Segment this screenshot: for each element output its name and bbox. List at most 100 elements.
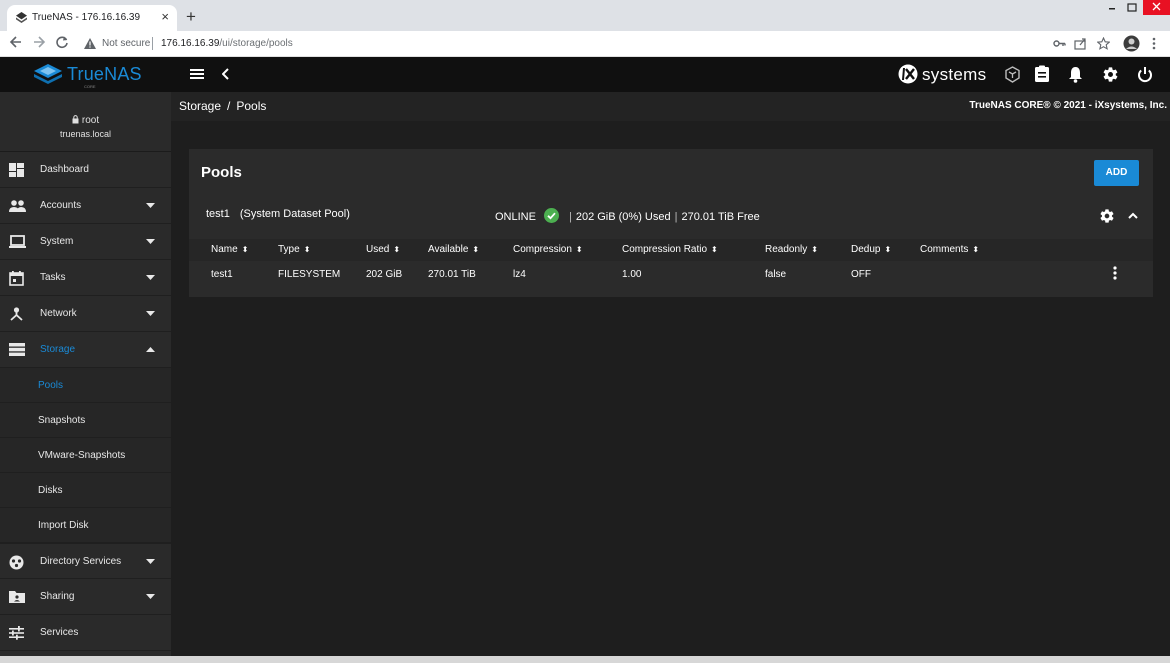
column-header-used[interactable]: Used ⬍ [366, 244, 400, 255]
sharing-folder-icon [9, 590, 25, 603]
collapse-sidebar-icon[interactable] [222, 68, 230, 80]
pool-settings-gear-icon[interactable] [1099, 208, 1115, 224]
column-header-type[interactable]: Type ⬍ [278, 244, 310, 255]
sidebar-item-dashboard[interactable]: Dashboard [0, 152, 171, 188]
chevron-down-icon [146, 203, 155, 208]
truenas-favicon-icon [16, 12, 27, 23]
url-host: 176.16.16.39 [161, 38, 220, 49]
back-arrow-icon[interactable] [9, 35, 23, 49]
sidebar-item-storage[interactable]: Storage [0, 332, 171, 368]
chevron-down-icon [146, 594, 155, 599]
sidebar-item-label: Network [40, 308, 77, 319]
sidebar-subitem-import-disk[interactable]: Import Disk [0, 508, 171, 543]
ixsystems-logo[interactable]: systems [896, 64, 986, 84]
sort-icon: ⬍ [575, 245, 583, 254]
column-header-comments[interactable]: Comments ⬍ [920, 244, 979, 255]
profile-avatar-icon[interactable] [1123, 35, 1140, 52]
sidebar-item-label: Tasks [40, 272, 66, 283]
sidebar-item-label: System [40, 236, 74, 247]
network-icon [9, 307, 24, 321]
sort-icon: ⬍ [472, 245, 480, 254]
pool-status: ONLINE | 202 GiB (0%) Used | 270.01 TiB Free [495, 208, 760, 223]
sidebar-subitem-vmware-snapshots[interactable]: VMware-Snapshots [0, 438, 171, 473]
hamburger-menu-icon[interactable] [190, 68, 204, 80]
sidebar-item-label: Accounts [40, 200, 82, 211]
sidebar-subitem-disks[interactable]: Disks [0, 473, 171, 508]
close-tab-icon[interactable]: × [161, 10, 169, 24]
maximize-icon[interactable] [1125, 2, 1139, 14]
sidebar-subitem-snapshots[interactable]: Snapshots [0, 403, 171, 438]
column-header-readonly[interactable]: Readonly ⬍ [765, 244, 818, 255]
url-text[interactable]: 176.16.16.39/ui/storage/pools [161, 38, 293, 49]
pools-card: Pools ADD test1 (System Dataset Pool) ONL… [189, 149, 1153, 297]
column-header-label: Comments [920, 244, 969, 255]
sidebar-item-label: Sharing [40, 591, 75, 602]
table-row[interactable]: test1 FILESYSTEM 202 GiB 270.01 TiB lz4 … [189, 262, 1153, 290]
sort-icon: ⬍ [303, 245, 311, 254]
truecommand-icon[interactable] [1004, 66, 1021, 83]
tab-title: TrueNAS - 176.16.16.39 [32, 12, 141, 23]
breadcrumb-storage[interactable]: Storage [179, 99, 221, 113]
reload-icon[interactable] [55, 35, 69, 49]
warning-icon[interactable] [84, 38, 96, 49]
address-divider [152, 37, 153, 50]
pool-used-summary: 202 GiB (0%) Used [575, 211, 671, 223]
column-header-dedup[interactable]: Dedup ⬍ [851, 244, 891, 255]
pool-table-header: Name ⬍ Type ⬍ Used ⬍ Available ⬍ Compression… [189, 239, 1153, 261]
browser-menu-icon[interactable] [1152, 37, 1156, 50]
collapse-pool-chevron-up-icon[interactable] [1128, 212, 1138, 219]
column-header-available[interactable]: Available ⬍ [428, 244, 479, 255]
hostname: truenas.local [59, 129, 112, 139]
sort-icon: ⬍ [393, 245, 401, 254]
power-icon[interactable] [1137, 66, 1153, 83]
forward-arrow-icon[interactable] [32, 35, 46, 49]
window-bottom-border [0, 656, 1170, 663]
storage-icon [9, 343, 25, 356]
address-bar[interactable]: Not secure 176.16.16.39/ui/storage/pools [80, 34, 1120, 54]
sidebar-item-directory-services[interactable]: Directory Services [0, 543, 171, 579]
truenas-logo[interactable]: TrueNAS CORE [34, 64, 142, 89]
copyright-notice[interactable]: TrueNAS CORE® © 2021 - iXsystems, Inc. [969, 100, 1167, 111]
column-header-compression[interactable]: Compression ⬍ [513, 244, 583, 255]
column-header-name[interactable]: Name ⬍ [211, 244, 248, 255]
column-header-label: Used [366, 244, 390, 255]
dashboard-icon [9, 163, 24, 177]
chevron-down-icon [146, 559, 155, 564]
lock-icon [72, 115, 79, 124]
browser-tab[interactable]: TrueNAS - 176.16.16.39 × [7, 5, 177, 31]
directory-services-icon [9, 555, 24, 570]
sidebar-item-sharing[interactable]: Sharing [0, 579, 171, 615]
not-secure-label[interactable]: Not secure [102, 38, 150, 49]
column-header-compression-ratio[interactable]: Compression Ratio ⬍ [622, 244, 718, 255]
minimize-icon[interactable] [1105, 2, 1119, 14]
breadcrumb-separator: / [227, 99, 231, 113]
column-header-label: Name [211, 244, 238, 255]
user-name[interactable]: root [0, 115, 171, 126]
new-tab-button[interactable]: + [186, 8, 196, 25]
cell-readonly: false [765, 269, 787, 280]
pool-header-row: test1 (System Dataset Pool) ONLINE | 202 Gi… [189, 201, 1153, 237]
sidebar: root truenas.local Dashboard Accounts Sy… [0, 92, 171, 663]
key-icon[interactable] [1053, 37, 1066, 50]
chevron-up-icon [146, 347, 155, 352]
bookmark-star-icon[interactable] [1097, 37, 1110, 50]
share-icon[interactable] [1074, 37, 1087, 50]
add-pool-button[interactable]: ADD [1094, 160, 1139, 186]
column-header-label: Readonly [765, 244, 808, 255]
row-actions-more-icon[interactable] [1113, 266, 1117, 280]
sidebar-item-tasks[interactable]: Tasks [0, 260, 171, 296]
notifications-bell-icon[interactable] [1068, 66, 1083, 83]
sidebar-item-accounts[interactable]: Accounts [0, 188, 171, 224]
sidebar-subitem-pools[interactable]: Pools [0, 368, 171, 403]
task-manager-icon[interactable] [1034, 65, 1050, 83]
page-header: Storage / Pools TrueNAS CORE® © 2021 - iXs… [171, 92, 1170, 121]
column-header-label: Dedup [851, 244, 881, 255]
vendor-name: systems [922, 65, 987, 84]
window-close-icon[interactable] [1143, 0, 1170, 15]
chevron-down-icon [146, 311, 155, 316]
main-content: Storage / Pools TrueNAS CORE® © 2021 - iXs… [171, 92, 1170, 663]
settings-gear-icon[interactable] [1102, 66, 1119, 83]
sidebar-item-services[interactable]: Services [0, 615, 171, 651]
sidebar-item-system[interactable]: System [0, 224, 171, 260]
sidebar-item-network[interactable]: Network [0, 296, 171, 332]
